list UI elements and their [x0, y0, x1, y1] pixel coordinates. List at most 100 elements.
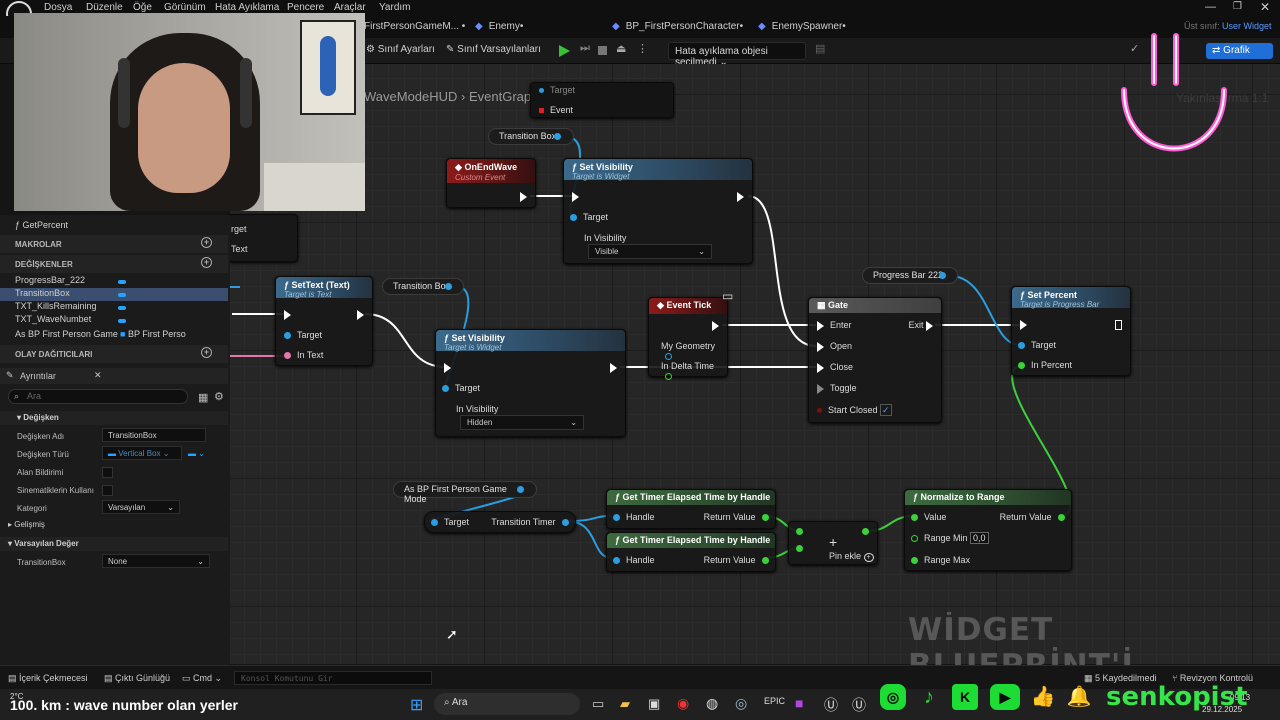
get-timer-elapsed-node[interactable]: ƒ Get Timer Elapsed Time by Handle Handl…: [606, 532, 776, 572]
function-icon: ƒ: [913, 492, 919, 502]
task-view-icon[interactable]: ▭: [592, 696, 604, 712]
drawer-icon: ▤: [8, 673, 17, 683]
exec-in-pin[interactable]: [817, 320, 824, 331]
exec-in-pin[interactable]: [1020, 320, 1027, 330]
range-min-input[interactable]: 0,0: [970, 532, 989, 544]
exec-out-pin[interactable]: [1115, 320, 1122, 330]
variable-item[interactable]: TXT_WaveNumbet: [0, 314, 228, 327]
bell-icon: 🔔: [1066, 686, 1092, 708]
content-drawer-button[interactable]: ▤ İçerik Çekmecesi: [8, 673, 88, 684]
dispatchers-header[interactable]: OLAY DAĞITICILARI +: [0, 345, 228, 363]
cmd-dropdown[interactable]: ▭ Cmd ⌄: [182, 673, 222, 684]
add-pin-icon[interactable]: +: [863, 553, 874, 562]
exec-wire: [364, 313, 447, 368]
category-dropdown[interactable]: Varsayılan ⌄: [102, 500, 180, 514]
gate-node[interactable]: ▦ Gate Enter Exit Open Close Toggle Star…: [808, 297, 942, 423]
checkbox-icon[interactable]: ✓: [880, 404, 892, 416]
transition-box-getter[interactable]: Transition Box: [382, 278, 464, 295]
advanced-section[interactable]: ▸ Gelişmiş: [0, 518, 228, 532]
variable-type-dropdown[interactable]: ▬ Vertical Box ⌄: [102, 446, 182, 460]
exec-in-pin[interactable]: [284, 310, 291, 320]
event-tick-node[interactable]: ◆ Event Tick My Geometry In Delta Time: [648, 297, 728, 381]
unreal-icon[interactable]: Ⓤ: [852, 695, 866, 715]
expose-checkbox[interactable]: [102, 467, 113, 478]
as-bp-game-mode-getter[interactable]: As BP First Person Game Mode: [393, 481, 537, 504]
event-icon: ◆: [657, 300, 664, 310]
details-search-input[interactable]: ⌕ Ara: [8, 389, 188, 404]
set-text-node[interactable]: ƒ SetText (Text) Target is Text Target In…: [275, 276, 373, 366]
epic-icon[interactable]: EPIC: [764, 696, 785, 706]
search-icon: ⌕: [444, 697, 450, 708]
variable-section[interactable]: ▾ Değişken: [0, 411, 228, 425]
variable-item[interactable]: TXT_KillsRemaining: [0, 301, 228, 314]
exec-in-pin[interactable]: [444, 363, 451, 373]
get-timer-elapsed-node[interactable]: ƒ Get Timer Elapsed Time by Handle Handl…: [606, 489, 776, 529]
transition-timer-getter[interactable]: Target Transition Timer: [424, 511, 576, 533]
pin-dot: [1018, 342, 1025, 350]
exec-out-pin[interactable]: [926, 320, 933, 331]
details-tab[interactable]: Ayrıntılar ✕ ✎: [0, 368, 228, 384]
pin-dot: [1058, 514, 1065, 522]
add-icon[interactable]: +: [201, 347, 212, 358]
default-value-dropdown[interactable]: None ⌄: [102, 554, 210, 568]
event-icon: ◆: [455, 162, 462, 172]
normalize-to-range-node[interactable]: ƒ Normalize to Range Value Return Value …: [904, 489, 1072, 571]
app-icon[interactable]: ■: [795, 695, 803, 711]
function-item[interactable]: ƒ GetPercent: [0, 220, 228, 233]
file-explorer-icon[interactable]: ▰: [620, 696, 630, 712]
store-icon[interactable]: ▣: [648, 696, 660, 712]
taskbar-search[interactable]: ⌕ Ara: [434, 693, 580, 715]
pin-dot: [539, 108, 544, 114]
visibility-dropdown[interactable]: Visible ⌄: [588, 244, 712, 259]
exec-in-pin[interactable]: [572, 192, 579, 202]
type-pill: [118, 280, 126, 284]
like-icon: 👍: [1030, 686, 1056, 708]
macros-header[interactable]: MAKROLAR +: [0, 235, 228, 253]
visibility-dropdown[interactable]: Hidden ⌄: [460, 415, 584, 430]
exec-out-pin[interactable]: [712, 321, 719, 331]
gear-icon[interactable]: ⚙: [214, 390, 224, 403]
headphone-left: [118, 58, 130, 128]
add-icon[interactable]: +: [201, 257, 212, 268]
steam-icon[interactable]: ◎: [735, 695, 747, 712]
variables-header[interactable]: DEĞİŞKENLER +: [0, 255, 228, 273]
console-input[interactable]: Konsol Komutunu Gir: [234, 671, 432, 685]
default-value-section[interactable]: ▾ Varsayılan Değer: [0, 537, 228, 551]
variable-item[interactable]: As BP First Person Game M ■ BP First Pers…: [0, 329, 228, 342]
partial-node-left[interactable]: rget Text: [228, 214, 298, 262]
exec-out-pin[interactable]: [737, 192, 744, 202]
partial-node-top[interactable]: Target Event: [530, 82, 674, 118]
variable-name-input[interactable]: TransitionBox: [102, 428, 206, 442]
chevron-down-icon: ⌄: [570, 418, 577, 427]
exec-in-pin[interactable]: [817, 341, 824, 352]
chrome-icon[interactable]: ◉: [677, 695, 689, 712]
output-log-button[interactable]: ▤ Çıktı Günlüğü: [104, 673, 170, 684]
unreal-icon[interactable]: Ⓤ: [824, 695, 838, 715]
pin-dot: [517, 486, 524, 493]
variable-item[interactable]: ProgressBar_222: [0, 275, 228, 288]
add-float-node[interactable]: + Pin ekle +: [788, 521, 878, 565]
type-pill: [118, 306, 126, 310]
set-visibility-node[interactable]: ƒ Set Visibility Target is Widget Target …: [563, 158, 753, 264]
container-type-icon[interactable]: ▬ ⌄: [188, 449, 205, 458]
exec-out-pin[interactable]: [520, 192, 527, 202]
variable-item-selected[interactable]: TransitionBox: [0, 288, 228, 301]
discord-icon[interactable]: ◍: [706, 695, 718, 712]
function-icon: ƒ: [615, 535, 621, 545]
close-icon[interactable]: ✕: [94, 370, 102, 381]
on-end-wave-event[interactable]: ◆ OnEndWave Custom Event: [446, 158, 536, 208]
exec-out-pin[interactable]: [610, 363, 617, 373]
windows-start-icon[interactable]: ⊞: [410, 695, 423, 715]
add-icon[interactable]: +: [201, 237, 212, 248]
exec-out-pin[interactable]: [357, 310, 364, 320]
exec-in-pin[interactable]: [817, 383, 824, 394]
transition-box-getter[interactable]: Transition Box: [488, 128, 574, 145]
plus-icon: +: [829, 534, 838, 550]
pin-dot: [431, 519, 438, 527]
set-visibility-node[interactable]: ƒ Set Visibility Target is Widget Target …: [435, 329, 626, 437]
table-view-icon[interactable]: ▦: [198, 391, 208, 404]
progress-bar-getter[interactable]: Progress Bar 222: [862, 267, 958, 284]
cinematic-checkbox[interactable]: [102, 485, 113, 496]
set-percent-node[interactable]: ƒ Set Percent Target is Progress Bar Targ…: [1011, 286, 1131, 376]
exec-in-pin[interactable]: [817, 362, 824, 373]
